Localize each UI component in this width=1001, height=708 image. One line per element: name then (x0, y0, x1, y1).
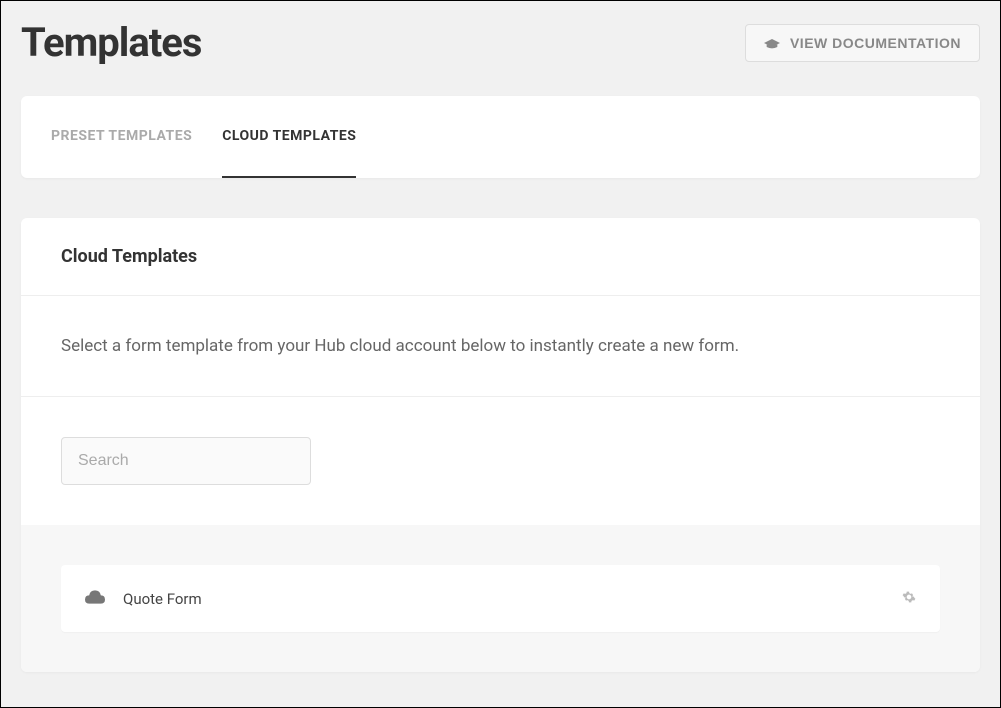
section-description: Select a form template from your Hub clo… (21, 296, 980, 397)
tab-preset-templates[interactable]: PRESET TEMPLATES (51, 96, 192, 178)
graduation-cap-icon (764, 37, 780, 49)
gear-icon[interactable] (902, 589, 916, 608)
page-title: Templates (21, 19, 201, 66)
tabs-bar: PRESET TEMPLATES CLOUD TEMPLATES (21, 96, 980, 178)
tab-cloud-templates[interactable]: CLOUD TEMPLATES (222, 96, 356, 178)
view-documentation-button[interactable]: VIEW DOCUMENTATION (745, 24, 980, 62)
template-list: Quote Form (21, 525, 980, 672)
section-title: Cloud Templates (61, 246, 940, 267)
content-card: Cloud Templates Select a form template f… (21, 218, 980, 672)
search-input[interactable] (61, 437, 311, 485)
list-item[interactable]: Quote Form (61, 565, 940, 632)
view-documentation-label: VIEW DOCUMENTATION (790, 35, 961, 51)
cloud-icon (85, 589, 105, 608)
list-item-label: Quote Form (123, 590, 202, 608)
